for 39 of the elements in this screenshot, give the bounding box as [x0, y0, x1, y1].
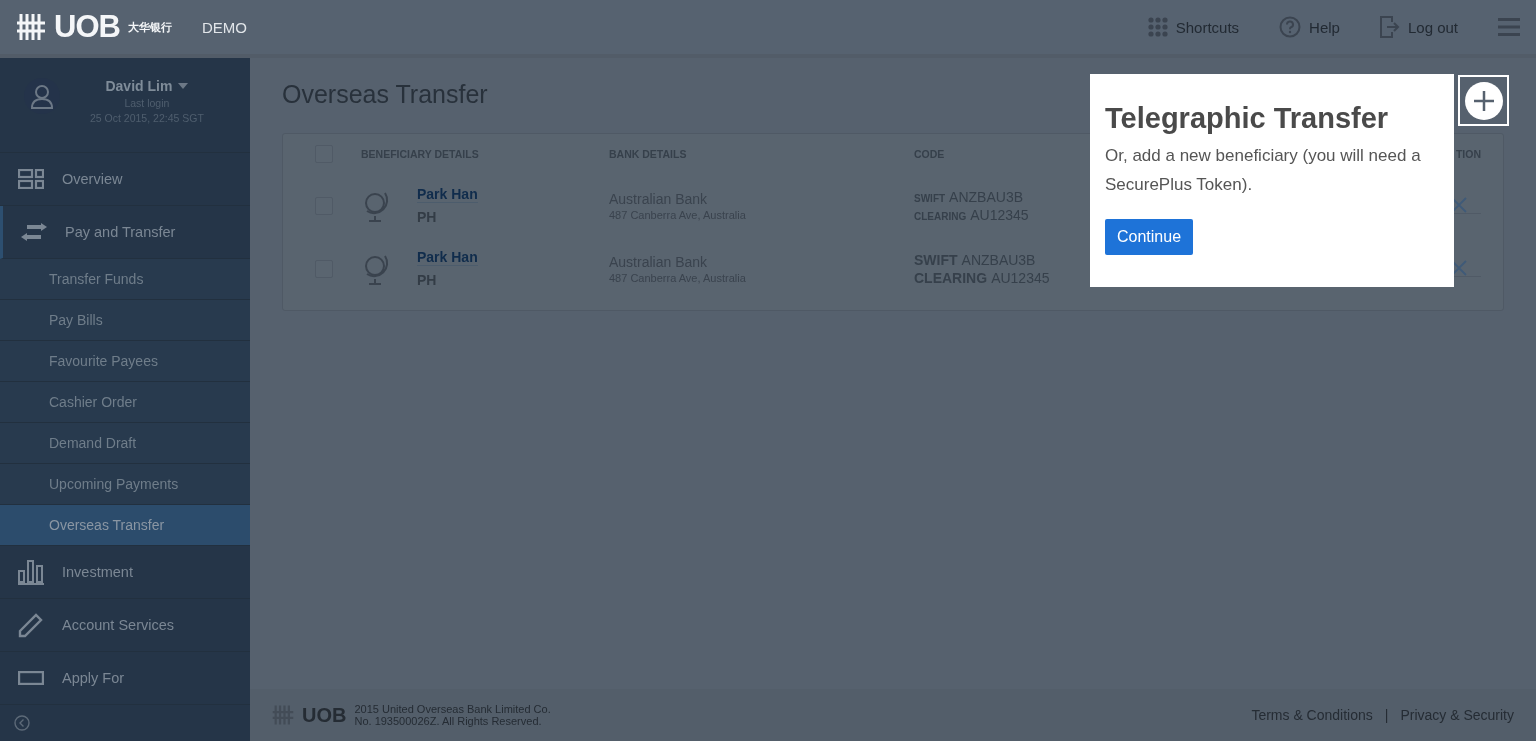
- nav-subitem[interactable]: Overseas Transfer: [0, 505, 250, 546]
- logout-icon: [1379, 16, 1400, 38]
- dots-grid-icon: [1147, 17, 1168, 37]
- logo-icon: [16, 12, 46, 42]
- continue-button[interactable]: Continue: [1105, 219, 1194, 255]
- nav-subitem[interactable]: Cashier Order: [0, 382, 250, 423]
- nav-item[interactable]: Account Services: [0, 599, 250, 652]
- close-icon: [1451, 260, 1467, 276]
- card-icon: [18, 671, 44, 685]
- pencil-icon: [18, 612, 44, 638]
- grid-icon: [18, 169, 44, 189]
- logo-text: UOB: [54, 9, 120, 45]
- nav-subitem[interactable]: Upcoming Payments: [0, 464, 250, 505]
- nav-subitem[interactable]: Transfer Funds: [0, 259, 250, 300]
- popup-text: Or, add a new beneficiary (you will need a SecurePlus Token).: [1105, 145, 1422, 196]
- demo-label: DEMO: [201, 18, 247, 36]
- header-link[interactable]: Help: [1279, 16, 1340, 38]
- header-link[interactable]: Log out: [1379, 16, 1458, 38]
- nav-subitem[interactable]: Demand Draft: [0, 423, 250, 464]
- nav-subitem[interactable]: Pay Bills: [0, 300, 250, 341]
- add-button[interactable]: [1458, 75, 1509, 126]
- bar-chart-icon: [18, 559, 44, 585]
- plus-icon: [1463, 80, 1504, 121]
- user-name[interactable]: David Lim: [105, 78, 189, 94]
- nav-item[interactable]: Overview: [0, 153, 250, 206]
- collapse-icon[interactable]: [14, 715, 30, 731]
- close-icon: [1451, 197, 1467, 213]
- arrows-icon: [21, 223, 47, 241]
- nav-subitem[interactable]: Favourite Payees: [0, 341, 250, 382]
- help-icon: [1279, 16, 1302, 38]
- beneficiary-name-link[interactable]: Park Han: [417, 186, 478, 203]
- link-separator: |: [1384, 707, 1389, 723]
- header-link[interactable]: Shortcuts: [1147, 17, 1240, 37]
- logo-chinese-text: 大华银行: [127, 19, 172, 35]
- popup-title: Telegraphic Transfer: [1105, 102, 1389, 135]
- beneficiary-name-link[interactable]: Park Han: [417, 249, 478, 266]
- nav-item[interactable]: Investment: [0, 546, 250, 599]
- menu-icon[interactable]: [1498, 18, 1520, 36]
- caret-icon: [178, 83, 189, 89]
